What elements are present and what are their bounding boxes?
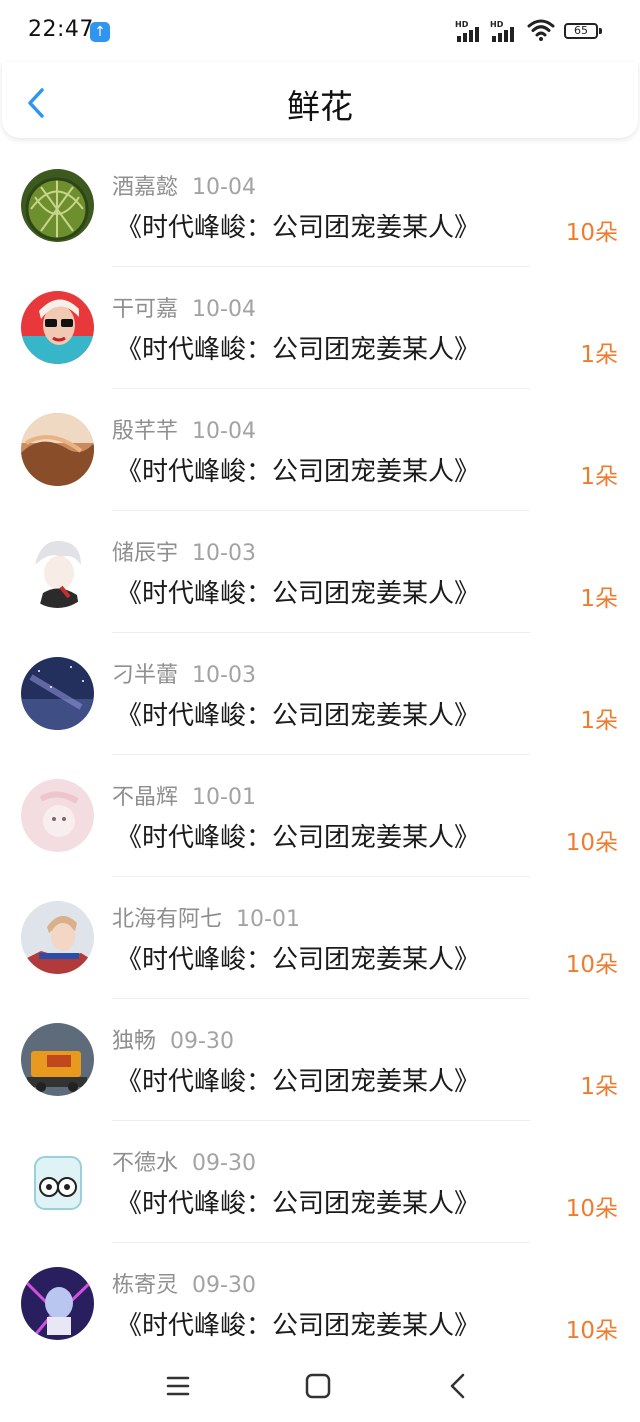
gift-meta: 刁半蕾 10-03 — [112, 657, 256, 689]
sender-name[interactable]: 不晶辉 — [112, 785, 178, 810]
battery-tip — [599, 28, 602, 34]
avatar[interactable] — [21, 1145, 94, 1218]
gift-meta: 不德水 09-30 — [112, 1145, 256, 1177]
list-item[interactable]: 不德水 09-30 《时代峰峻：公司团宠姜某人》 10朵 — [0, 1121, 640, 1243]
list-item[interactable]: 干可嘉 10-04 《时代峰峻：公司团宠姜某人》 1朵 — [0, 267, 640, 389]
avatar[interactable] — [21, 169, 94, 242]
gift-date: 10-01 — [192, 785, 256, 810]
gift-date: 10-04 — [192, 175, 256, 200]
gift-meta: 酒嘉懿 10-04 — [112, 169, 256, 201]
list-item[interactable]: 殷芊芊 10-04 《时代峰峻：公司团宠姜某人》 1朵 — [0, 389, 640, 511]
gift-date: 10-01 — [236, 907, 300, 932]
sender-name[interactable]: 独畅 — [112, 1029, 156, 1054]
avatar[interactable] — [21, 413, 94, 486]
list-item[interactable]: 北海有阿七 10-01 《时代峰峻：公司团宠姜某人》 10朵 — [0, 877, 640, 999]
flower-count: 10朵 — [565, 952, 618, 978]
avatar[interactable] — [21, 657, 94, 730]
gift-meta: 独畅 09-30 — [112, 1023, 234, 1055]
gift-date: 10-04 — [192, 297, 256, 322]
avatar[interactable] — [21, 901, 94, 974]
list-item[interactable]: 栋寄灵 09-30 《时代峰峻：公司团宠姜某人》 10朵 — [0, 1243, 640, 1365]
gift-date: 10-04 — [192, 419, 256, 444]
book-title[interactable]: 《时代峰峻：公司团宠姜某人》 — [116, 1061, 480, 1098]
flower-count: 1朵 — [580, 586, 618, 612]
avatar[interactable] — [21, 535, 94, 608]
sender-name[interactable]: 干可嘉 — [112, 297, 178, 322]
list-item[interactable]: 不晶辉 10-01 《时代峰峻：公司团宠姜某人》 10朵 — [0, 755, 640, 877]
back-triangle-icon[interactable] — [438, 1366, 478, 1406]
sender-name[interactable]: 不德水 — [112, 1151, 178, 1176]
book-title[interactable]: 《时代峰峻：公司团宠姜某人》 — [116, 207, 480, 244]
gift-date: 10-03 — [192, 663, 256, 688]
gift-date: 10-03 — [192, 541, 256, 566]
gift-meta: 北海有阿七 10-01 — [112, 901, 300, 933]
upload-notification-icon: ↑ — [90, 22, 110, 42]
list-item[interactable]: 储辰宇 10-03 《时代峰峻：公司团宠姜某人》 1朵 — [0, 511, 640, 633]
wifi-icon — [527, 19, 555, 41]
book-title[interactable]: 《时代峰峻：公司团宠姜某人》 — [116, 1183, 480, 1220]
flower-count: 1朵 — [580, 464, 618, 490]
gift-date: 09-30 — [192, 1151, 256, 1176]
book-title[interactable]: 《时代峰峻：公司团宠姜某人》 — [116, 573, 480, 610]
gift-date: 09-30 — [192, 1273, 256, 1298]
flower-count: 10朵 — [565, 1196, 618, 1222]
status-time: 22:47 — [28, 17, 94, 42]
list-item[interactable]: 独畅 09-30 《时代峰峻：公司团宠姜某人》 1朵 — [0, 999, 640, 1121]
gift-meta: 干可嘉 10-04 — [112, 291, 256, 323]
list-item[interactable]: 刁半蕾 10-03 《时代峰峻：公司团宠姜某人》 1朵 — [0, 633, 640, 755]
book-title[interactable]: 《时代峰峻：公司团宠姜某人》 — [116, 329, 480, 366]
battery-icon: 65 — [564, 23, 598, 39]
gift-meta: 栋寄灵 09-30 — [112, 1267, 256, 1299]
sender-name[interactable]: 刁半蕾 — [112, 663, 178, 688]
avatar[interactable] — [21, 779, 94, 852]
flower-count: 1朵 — [580, 1074, 618, 1100]
sender-name[interactable]: 殷芊芊 — [112, 419, 178, 444]
gift-date: 09-30 — [170, 1029, 234, 1054]
gift-meta: 不晶辉 10-01 — [112, 779, 256, 811]
book-title[interactable]: 《时代峰峻：公司团宠姜某人》 — [116, 817, 480, 854]
flower-count: 1朵 — [580, 342, 618, 368]
book-title[interactable]: 《时代峰峻：公司团宠姜某人》 — [116, 451, 480, 488]
gift-meta: 储辰宇 10-03 — [112, 535, 256, 567]
gift-meta: 殷芊芊 10-04 — [112, 413, 256, 445]
flower-count: 10朵 — [565, 220, 618, 246]
flower-count: 1朵 — [580, 708, 618, 734]
book-title[interactable]: 《时代峰峻：公司团宠姜某人》 — [116, 1305, 480, 1342]
home-square-icon[interactable] — [298, 1366, 338, 1406]
avatar[interactable] — [21, 291, 94, 364]
avatar[interactable] — [21, 1267, 94, 1340]
book-title[interactable]: 《时代峰峻：公司团宠姜某人》 — [116, 695, 480, 732]
sender-name[interactable]: 酒嘉懿 — [112, 175, 178, 200]
list-item[interactable]: 酒嘉懿 10-04 《时代峰峻：公司团宠姜某人》 10朵 — [0, 145, 640, 267]
sender-name[interactable]: 栋寄灵 — [112, 1273, 178, 1298]
status-bar: 22:47 ↑ HD HD 65 — [0, 0, 640, 62]
page-title: 鲜花 — [287, 87, 353, 126]
book-title[interactable]: 《时代峰峻：公司团宠姜某人》 — [116, 939, 480, 976]
flower-count: 10朵 — [565, 1318, 618, 1344]
sender-name[interactable]: 北海有阿七 — [112, 907, 222, 932]
avatar[interactable] — [21, 1023, 94, 1096]
system-nav-bar — [0, 1352, 640, 1422]
page-header: 鲜花 — [2, 62, 638, 138]
flower-count: 10朵 — [565, 830, 618, 856]
menu-icon[interactable] — [158, 1366, 198, 1406]
sender-name[interactable]: 储辰宇 — [112, 541, 178, 566]
